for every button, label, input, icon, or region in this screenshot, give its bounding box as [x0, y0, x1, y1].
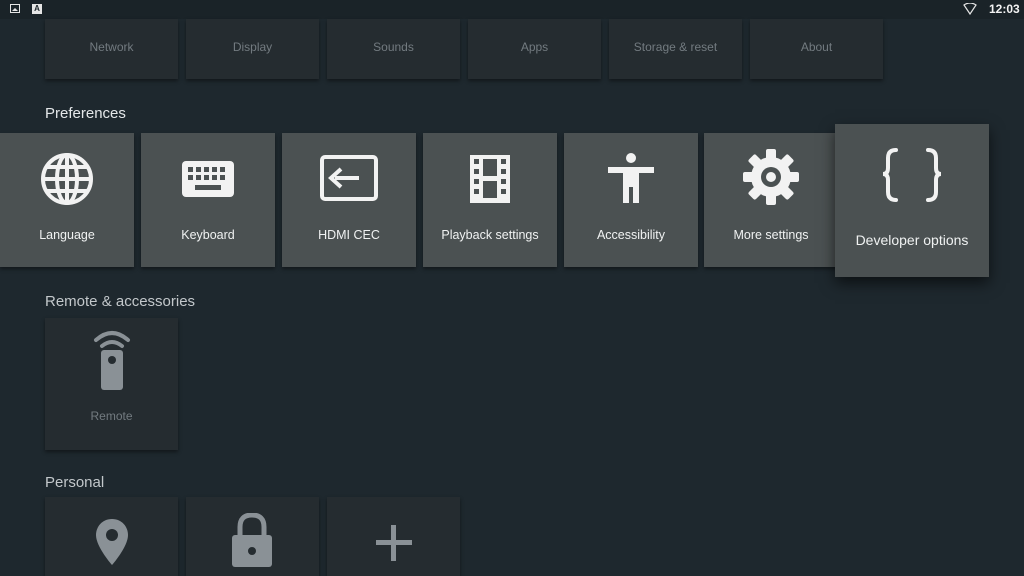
tile-playback-settings[interactable]: Playback settings: [423, 133, 557, 267]
tile-sounds[interactable]: Sounds: [327, 19, 460, 79]
image-notification-icon: [10, 4, 20, 13]
tile-label: Accessibility: [596, 228, 666, 242]
tile-label: Display: [232, 40, 273, 54]
tile-security[interactable]: [186, 497, 319, 576]
section-title-preferences: Preferences: [45, 105, 126, 122]
tile-label: More settings: [733, 228, 809, 242]
tile-display[interactable]: Display: [186, 19, 319, 79]
tile-storage-reset[interactable]: Storage & reset: [609, 19, 742, 79]
location-pin-icon: [96, 519, 128, 565]
plus-icon: [376, 525, 412, 561]
tile-about[interactable]: About: [750, 19, 883, 79]
tile-network[interactable]: Network: [45, 19, 178, 79]
tile-language[interactable]: Language: [0, 133, 134, 267]
app-notification-icon: A: [32, 4, 42, 14]
tile-label: Keyboard: [181, 228, 235, 242]
tile-label: Sounds: [373, 40, 414, 54]
tile-location[interactable]: [45, 497, 178, 576]
film-icon: [470, 155, 510, 203]
tile-label: Apps: [520, 40, 549, 54]
hdmi-input-icon: [320, 155, 378, 201]
tile-remote[interactable]: Remote: [45, 318, 178, 450]
tile-label: Network: [89, 40, 134, 54]
tile-apps[interactable]: Apps: [468, 19, 601, 79]
remote-icon: [94, 331, 130, 390]
braces-icon: [882, 148, 942, 202]
tile-label: About: [800, 40, 833, 54]
tile-label: Remote: [90, 409, 133, 423]
tile-keyboard[interactable]: Keyboard: [141, 133, 275, 267]
clock: 12:03: [989, 2, 1020, 16]
tile-accessibility[interactable]: Accessibility: [564, 133, 698, 267]
tile-label: Developer options: [855, 232, 969, 248]
status-bar: A 12:03: [0, 0, 1024, 19]
tile-label: Playback settings: [441, 228, 539, 242]
lock-icon: [232, 513, 272, 567]
tile-add-account[interactable]: [327, 497, 460, 576]
tile-label: HDMI CEC: [318, 228, 380, 242]
gear-icon: [743, 149, 799, 205]
tile-hdmi-cec[interactable]: HDMI CEC: [282, 133, 416, 267]
globe-icon: [41, 153, 93, 205]
tile-label: Storage & reset: [633, 40, 718, 54]
tile-more-settings[interactable]: More settings: [704, 133, 838, 267]
section-title-personal: Personal: [45, 474, 105, 491]
keyboard-icon: [182, 161, 234, 197]
accessibility-icon: [608, 153, 654, 203]
section-title-remote-accessories: Remote & accessories: [45, 293, 196, 310]
tile-developer-options[interactable]: Developer options: [835, 124, 989, 277]
tile-label: Language: [39, 228, 95, 242]
wifi-icon: [963, 3, 977, 15]
